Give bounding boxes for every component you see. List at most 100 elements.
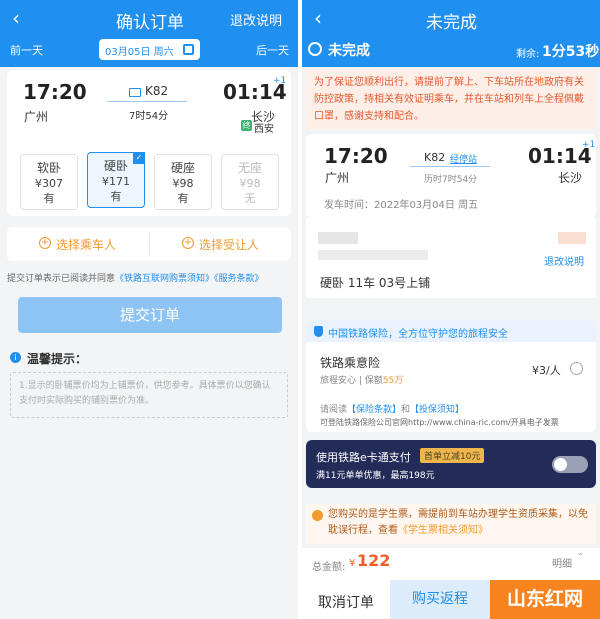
student-ticket-link[interactable]: 《学生票相关须知》 bbox=[398, 525, 488, 536]
ticket-icon bbox=[129, 88, 141, 97]
plus-icon: + bbox=[182, 237, 194, 249]
bottom-bar: 总金额: ¥ 122 明细 ˆ 取消订单 购买返程 山东红网 bbox=[302, 548, 600, 619]
passenger-card: 退改说明 硬卧 11车 03号上铺 bbox=[306, 218, 596, 298]
next-day-badge: +1 bbox=[582, 140, 596, 150]
info-icon: i bbox=[10, 352, 21, 363]
train-number: K82 bbox=[424, 151, 446, 164]
back-icon[interactable]: ‹ bbox=[12, 6, 20, 30]
redacted-id bbox=[318, 250, 428, 260]
depart-date: 发车时间：2022年03月04日 周五 bbox=[324, 200, 479, 211]
tips-title: 温馨提示： bbox=[27, 352, 88, 366]
details-toggle[interactable]: 明细 bbox=[552, 555, 572, 570]
insurance-terms-link[interactable]: 【保险条款】 bbox=[347, 405, 401, 415]
countdown: 1分53秒 bbox=[542, 44, 600, 60]
header: ‹ 确认订单 退改说明 前一天 03月05日 周六 后一天 bbox=[0, 0, 298, 67]
depart-station: 广州 bbox=[325, 171, 350, 185]
seat-price: ¥307 bbox=[35, 177, 63, 190]
seat-availability: 有 bbox=[177, 192, 189, 205]
and-label: 和 bbox=[401, 405, 411, 415]
choose-beneficiary-button[interactable]: 选择受让人 bbox=[199, 236, 259, 253]
seat-soft-sleeper[interactable]: 软卧 ¥307 有 bbox=[20, 154, 78, 210]
ecard-badge: 首单立减10元 bbox=[420, 448, 485, 463]
seat-hard-seat[interactable]: 硬座 ¥98 有 bbox=[154, 154, 212, 210]
seat-standing: 无座 ¥98 无 bbox=[221, 154, 279, 210]
coverage-amount: 55万 bbox=[382, 376, 404, 386]
seat-hard-sleeper[interactable]: 硬卧 ¥171 有 ✓ bbox=[87, 152, 145, 208]
confirm-order-screen: ‹ 确认订单 退改说明 前一天 03月05日 周六 后一天 17:20 广州 K… bbox=[0, 0, 298, 619]
cancel-order-button[interactable]: 取消订单 bbox=[318, 592, 374, 612]
insurance-price: ¥3/人 bbox=[532, 364, 561, 377]
choose-passenger-button[interactable]: 选择乘车人 bbox=[56, 236, 116, 253]
agreement-text: 提交订单表示已阅读并同意《铁路互联网购票须知》《服务条款》 bbox=[7, 271, 264, 284]
check-icon: ✓ bbox=[133, 152, 145, 164]
remain-label: 剩余: bbox=[516, 49, 540, 60]
insurance-read: 请阅读【保险条款】和【投保须知】 bbox=[320, 402, 464, 415]
buy-return-button[interactable]: 购买返程 bbox=[390, 580, 490, 619]
seat-price: ¥98 bbox=[239, 177, 261, 190]
duration: 7时54分 bbox=[129, 111, 169, 122]
ecard-banner: 使用铁路e卡通支付 首单立减10元 满11元单单优惠，最高198元 bbox=[306, 440, 596, 488]
total-currency: ¥ bbox=[349, 558, 356, 569]
plus-icon: + bbox=[39, 237, 51, 249]
seat-availability: 有 bbox=[110, 190, 122, 203]
terminal-badge: 终 bbox=[241, 120, 252, 131]
ecard-subtitle: 满11元单单优惠，最高198元 bbox=[316, 471, 435, 481]
train-number[interactable]: K82 bbox=[145, 84, 168, 98]
bulb-icon bbox=[312, 510, 323, 521]
insurance-name: 铁路乘意险 bbox=[320, 356, 381, 370]
order-status: 未完成 bbox=[328, 43, 370, 59]
watermark: 山东红网 bbox=[490, 580, 600, 619]
depart-time: 17:20 bbox=[23, 80, 87, 104]
terminal-station: 西安 bbox=[254, 124, 274, 135]
depart-time: 17:20 bbox=[324, 144, 388, 168]
stops-link[interactable]: 经停站 bbox=[450, 152, 477, 165]
seat-price: ¥171 bbox=[102, 175, 130, 188]
chevron-up-icon[interactable]: ˆ bbox=[578, 553, 583, 564]
seat-availability: 无 bbox=[244, 192, 256, 205]
next-day-button[interactable]: 后一天 bbox=[256, 42, 289, 58]
depart-station: 广州 bbox=[24, 110, 49, 124]
epidemic-notice: 为了保证您顺利出行，请提前了解上、下车站所在地政府有关防控政策，持相关有效证明乘… bbox=[306, 69, 596, 129]
student-notice: 您购买的是学生票，需提前到车站办理学生资质采集，以免耽误行程，查看《学生票相关须… bbox=[306, 504, 596, 544]
page-title: 确认订单 bbox=[116, 13, 184, 33]
page-title: 未完成 bbox=[426, 13, 477, 33]
unfinished-order-screen: ‹ 未完成 未完成 剩余: 1分53秒 为了保证您顺利出行，请提前了解上、下车站… bbox=[302, 0, 600, 619]
prev-day-button[interactable]: 前一天 bbox=[10, 42, 43, 58]
shield-icon bbox=[314, 326, 323, 337]
ecard-toggle[interactable] bbox=[552, 456, 588, 473]
insurance-card: 中国铁路保险，全方位守护您的旅程安全 铁路乘意险 旅程安心 | 保额55万 ¥3… bbox=[306, 320, 596, 432]
seat-name: 硬座 bbox=[170, 161, 195, 175]
terms-link[interactable]: 《服务条款》 bbox=[214, 274, 264, 284]
refund-rules-link[interactable]: 退改说明 bbox=[230, 10, 282, 29]
route-arrow bbox=[107, 101, 187, 102]
submit-order-button[interactable]: 提交订单 bbox=[18, 297, 282, 333]
insurance-notice-link[interactable]: 【投保须知】 bbox=[410, 405, 464, 415]
tips-text: 1.显示的卧铺票价均为上铺票价，供您参考。具体票价以您确认支付时实际购买的铺别票… bbox=[10, 372, 288, 418]
seat-name: 软卧 bbox=[36, 161, 61, 175]
next-day-badge: +1 bbox=[273, 76, 287, 86]
seat-info: 硬卧 11车 03号上铺 bbox=[320, 276, 431, 290]
date-picker[interactable]: 03月05日 周六 bbox=[99, 39, 200, 60]
insurance-tag: 旅程安心 bbox=[320, 376, 357, 386]
ecard-title: 使用铁路e卡通支付 bbox=[316, 451, 411, 464]
date-value: 03月05日 周六 bbox=[105, 47, 174, 58]
arrive-station: 长沙 bbox=[558, 171, 583, 185]
duration: 历时7时54分 bbox=[424, 175, 478, 185]
seat-name: 无座 bbox=[237, 161, 262, 175]
back-icon[interactable]: ‹ bbox=[314, 6, 322, 30]
train-card: 17:20 广州 K82 7时54分 01:14 +1 长沙 终 西安 软卧 ¥3… bbox=[7, 70, 291, 216]
purchase-notice-link[interactable]: 《铁路互联网购票须知》 bbox=[115, 274, 214, 284]
toggle-knob bbox=[554, 458, 567, 471]
refund-rules-link[interactable]: 退改说明 bbox=[544, 253, 584, 268]
total-amount: 122 bbox=[357, 551, 391, 570]
total-label: 总金额: bbox=[312, 562, 346, 573]
agreement-prefix: 提交订单表示已阅读并同意 bbox=[7, 274, 116, 284]
insurance-radio[interactable] bbox=[570, 362, 583, 375]
passenger-row: + 选择乘车人 + 选择受让人 bbox=[7, 227, 291, 261]
invoice-note: 可登陆铁路保险公司官网http://www.china-ric.com/开具电子… bbox=[320, 418, 559, 427]
insurance-subtitle: 旅程安心 | 保额55万 bbox=[320, 376, 404, 386]
clock-icon bbox=[308, 42, 322, 56]
seat-availability: 有 bbox=[43, 192, 55, 205]
calendar-icon bbox=[183, 44, 194, 55]
insurance-header: 中国铁路保险，全方位守护您的旅程安全 bbox=[306, 320, 596, 342]
